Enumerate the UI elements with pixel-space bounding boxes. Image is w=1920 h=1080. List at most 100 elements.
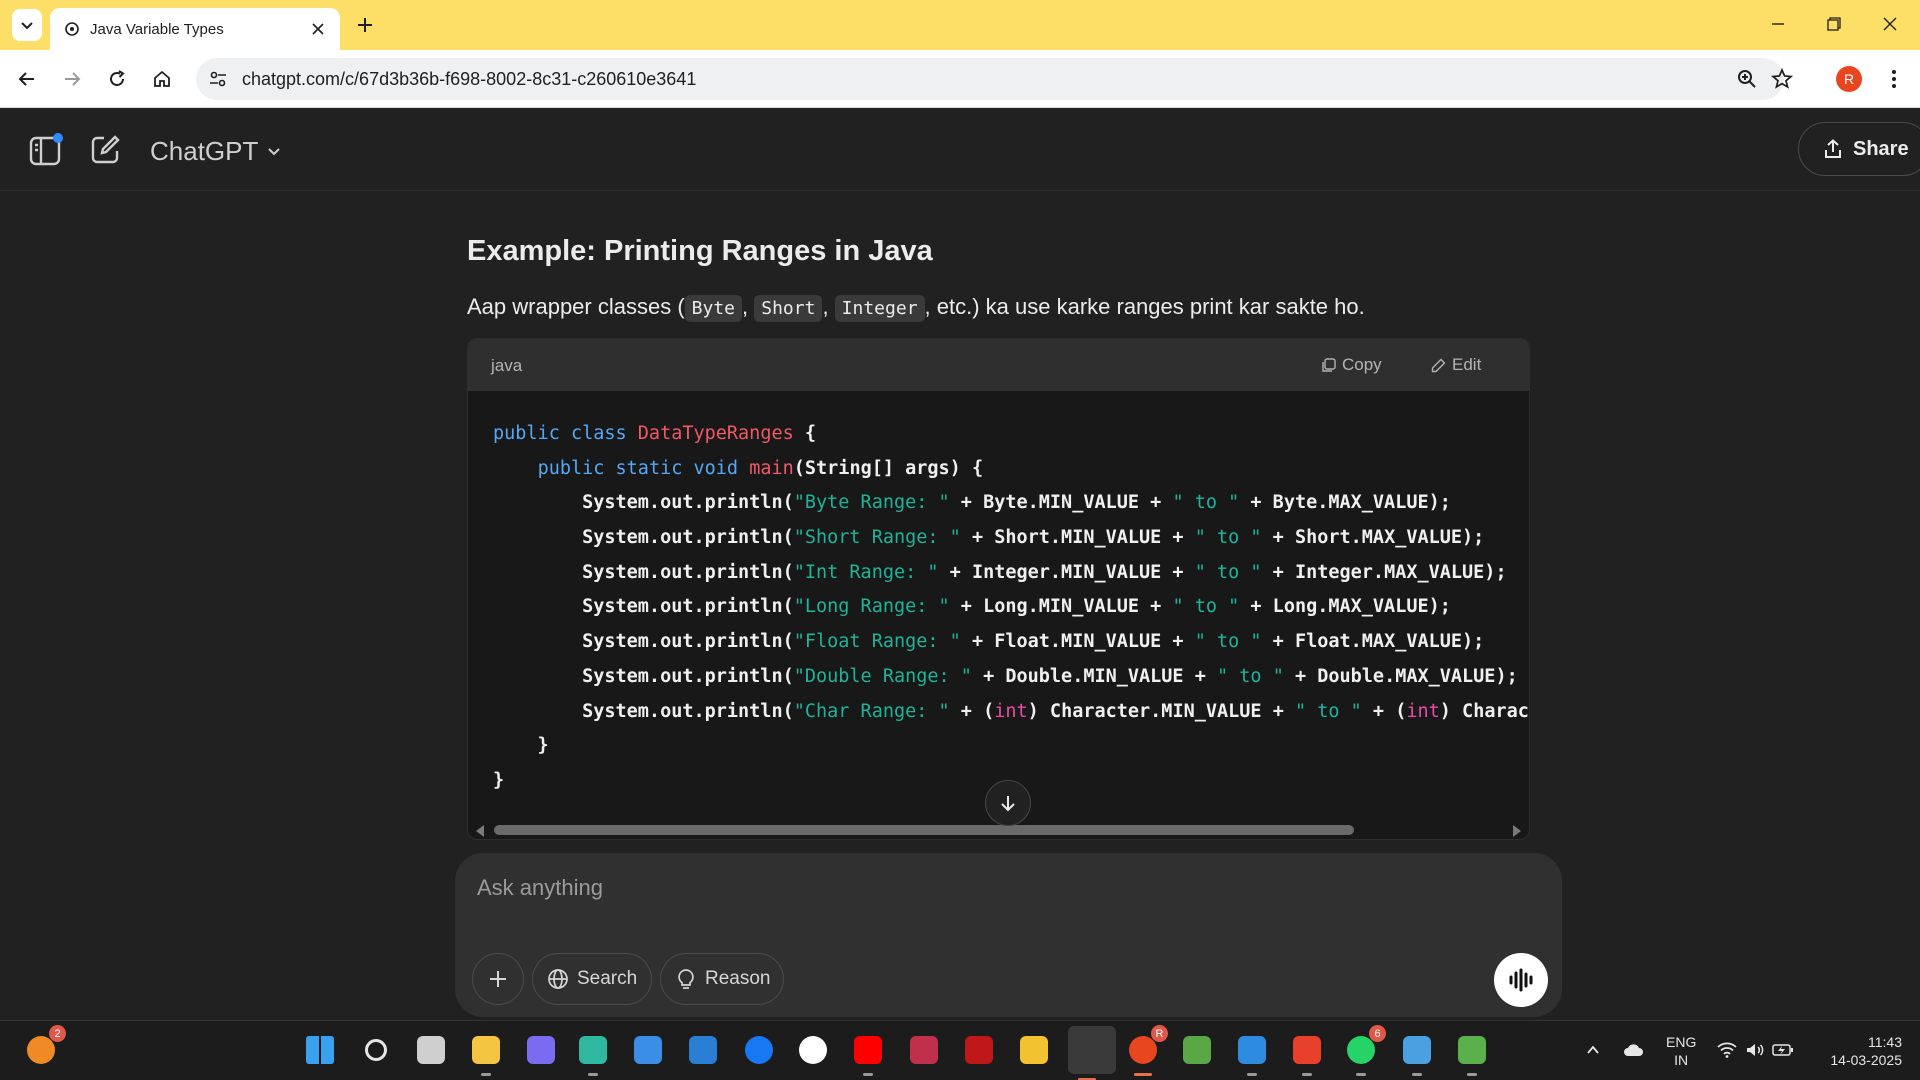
code-token: "Short Range: " <box>793 527 961 549</box>
image-viewer-icon[interactable] <box>1178 1031 1216 1069</box>
tab-search-button[interactable] <box>12 9 42 41</box>
task-view-icon[interactable] <box>412 1031 450 1069</box>
site-info-button[interactable] <box>206 67 230 91</box>
back-button[interactable] <box>10 62 44 96</box>
notepad-icon[interactable] <box>1233 1031 1271 1076</box>
code-token: + ( <box>949 700 995 722</box>
whatsapp-icon[interactable]: 6 <box>1342 1025 1386 1076</box>
voice-mode-button[interactable] <box>1494 953 1548 1007</box>
url-text[interactable]: chatgpt.com/c/67d3b36b-f698-8002-8c31-c2… <box>242 69 696 90</box>
onedrive-icon[interactable] <box>1622 1039 1644 1061</box>
prompt-input[interactable]: Ask anything <box>477 875 603 901</box>
wps-office-glyph <box>1293 1036 1321 1064</box>
remote-desktop-icon[interactable] <box>1398 1031 1436 1076</box>
facebook-icon[interactable] <box>740 1031 778 1069</box>
restore-button[interactable] <box>1822 12 1846 36</box>
chatgpt-favicon-icon <box>65 22 79 36</box>
search-button[interactable]: Search <box>532 953 652 1005</box>
input-language-indicator[interactable]: ENG IN <box>1666 1033 1696 1069</box>
address-bar[interactable]: chatgpt.com/c/67d3b36b-f698-8002-8c31-c2… <box>196 58 1794 100</box>
code-token: + Byte.MAX_VALUE); <box>1239 492 1451 514</box>
zoom-icon[interactable] <box>1736 68 1758 90</box>
sidebar-toggle-icon[interactable] <box>28 133 64 169</box>
code-token: } <box>493 735 549 757</box>
tab-close-button[interactable] <box>308 19 328 39</box>
mysql-glyph <box>689 1036 717 1064</box>
home-button[interactable] <box>145 62 179 96</box>
scroll-to-bottom-button[interactable] <box>985 780 1031 826</box>
attach-button[interactable] <box>472 953 524 1005</box>
reason-button[interactable]: Reason <box>660 953 784 1005</box>
copy-icon <box>1322 357 1336 372</box>
bookmark-star-icon[interactable] <box>1770 67 1794 91</box>
file-explorer-icon[interactable] <box>467 1031 505 1076</box>
running-indicator <box>481 1073 491 1076</box>
code-block: java Copy Edit public class DataTypeRang… <box>467 338 1530 840</box>
copilot-app-glyph <box>27 1036 55 1064</box>
running-indicator <box>1302 1073 1312 1076</box>
code-token: " to " <box>1194 527 1262 549</box>
copy-code-button[interactable]: Copy <box>1321 355 1382 375</box>
network-tool-icon[interactable] <box>1453 1031 1491 1076</box>
code-token: + ( <box>1361 700 1407 722</box>
start-icon[interactable] <box>301 1031 339 1069</box>
code-token: + Byte.MIN_VALUE + <box>949 492 1173 514</box>
task-view-glyph <box>417 1036 445 1064</box>
share-button[interactable]: Share <box>1798 122 1920 176</box>
browser-menu-button[interactable] <box>1880 65 1908 93</box>
forward-button[interactable] <box>55 62 89 96</box>
ms-store-icon[interactable] <box>629 1031 667 1069</box>
running-indicator <box>863 1073 873 1076</box>
screen-recorder-icon[interactable] <box>905 1031 943 1069</box>
copilot-icon[interactable] <box>522 1031 560 1069</box>
reason-label: Reason <box>705 968 771 989</box>
edit-code-button[interactable]: Edit <box>1431 355 1481 375</box>
reload-button[interactable] <box>100 62 134 96</box>
restore-icon <box>1827 17 1841 31</box>
new-chat-icon[interactable] <box>88 133 122 167</box>
code-line: public static void main(String[] args) { <box>493 452 1529 487</box>
home-icon <box>154 70 170 87</box>
reload-icon <box>110 70 125 86</box>
new-tab-button[interactable] <box>352 12 378 38</box>
code-token: "Double Range: " <box>793 665 972 687</box>
wps-office-icon[interactable] <box>1288 1031 1326 1076</box>
window-close-button[interactable] <box>1878 12 1902 36</box>
clock-date: 14-03-2025 <box>1830 1052 1902 1068</box>
terminal-icon[interactable] <box>1068 1026 1116 1080</box>
mcafee-icon[interactable] <box>960 1031 998 1069</box>
scroll-left-arrow[interactable] <box>476 825 484 837</box>
code-line: System.out.println("Int Range: " + Integ… <box>493 556 1529 591</box>
code-line: System.out.println("Float Range: " + Flo… <box>493 625 1529 660</box>
system-clock[interactable]: 11:43 14-03-2025 <box>1818 1033 1902 1069</box>
code-block-header: java Copy Edit <box>468 339 1529 391</box>
show-hidden-icons-button[interactable] <box>1582 1039 1604 1061</box>
battery-icon[interactable] <box>1772 1039 1794 1061</box>
taskbar-search-icon[interactable] <box>357 1031 395 1069</box>
copilot-app-icon[interactable]: 2 <box>22 1025 66 1069</box>
mysql-icon[interactable] <box>684 1031 722 1069</box>
code-line: } <box>493 729 1529 764</box>
chrome-icon[interactable]: R <box>1124 1025 1168 1076</box>
code-token: + Double.MIN_VALUE + <box>971 665 1217 687</box>
code-token: + Float.MAX_VALUE); <box>1261 631 1485 653</box>
wifi-icon[interactable] <box>1716 1039 1738 1061</box>
terminal-glyph <box>1078 1036 1106 1064</box>
minimize-button[interactable] <box>1766 12 1790 36</box>
browser-tab-active[interactable]: Java Variable Types <box>50 8 340 50</box>
scroll-right-arrow[interactable] <box>1513 825 1521 837</box>
minimize-icon <box>1772 23 1784 25</box>
profile-avatar[interactable]: R <box>1836 66 1862 92</box>
region-code: IN <box>1674 1052 1689 1068</box>
plus-icon <box>490 971 506 987</box>
whatsapp-web-icon[interactable] <box>794 1031 832 1069</box>
edge-icon[interactable] <box>574 1031 612 1076</box>
youtube-icon[interactable] <box>849 1031 887 1076</box>
plus-icon <box>358 18 372 32</box>
sticky-folder-icon[interactable] <box>1015 1031 1053 1069</box>
scrollbar-thumb[interactable] <box>494 825 1354 835</box>
volume-icon[interactable] <box>1744 1039 1766 1061</box>
model-name: ChatGPT <box>150 135 259 166</box>
edit-label: Edit <box>1452 355 1482 374</box>
model-selector[interactable]: ChatGPT <box>150 135 282 167</box>
